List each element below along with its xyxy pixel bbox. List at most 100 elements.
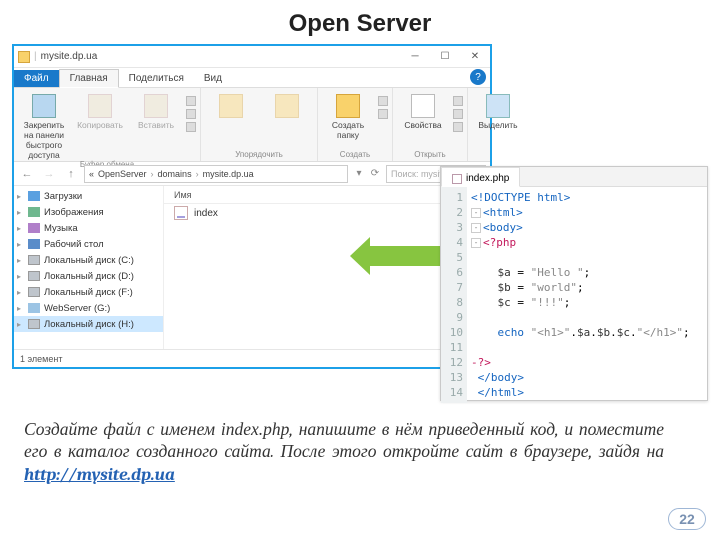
pin-quick-access-button[interactable]: Закрепить на панели быстрого доступа bbox=[18, 94, 70, 160]
group-new-label: Создать bbox=[340, 150, 370, 161]
php-file-icon bbox=[174, 206, 188, 220]
close-button[interactable]: ✕ bbox=[460, 46, 490, 68]
tab-view[interactable]: Вид bbox=[194, 70, 232, 87]
paste-button[interactable]: Вставить bbox=[130, 94, 182, 130]
sidebar-item-label: Музыка bbox=[44, 223, 78, 234]
properties-button[interactable]: Свойства bbox=[397, 94, 449, 130]
edit-button[interactable] bbox=[453, 109, 463, 119]
drive-icon bbox=[28, 303, 40, 313]
minimize-button[interactable]: ─ bbox=[400, 46, 430, 68]
copy-to-button[interactable] bbox=[261, 94, 313, 120]
sidebar-item-label: Локальный диск (H:) bbox=[44, 319, 134, 330]
folder-icon bbox=[18, 51, 30, 63]
window-title: mysite.dp.ua bbox=[41, 51, 98, 62]
sidebar-item[interactable]: ▸Локальный диск (H:) bbox=[14, 316, 163, 332]
select-icon bbox=[486, 94, 510, 118]
status-bar: 1 элемент bbox=[14, 349, 490, 367]
ribbon-tabs: Файл Главная Поделиться Вид ? bbox=[14, 68, 490, 88]
page-number: 22 bbox=[668, 508, 706, 530]
sidebar-item-label: Изображения bbox=[44, 207, 104, 218]
dropdown-icon[interactable]: ▾ bbox=[352, 167, 366, 181]
code-source[interactable]: <!DOCTYPE html>-<html>-<body>-<?php $a =… bbox=[467, 187, 694, 403]
paste-icon bbox=[144, 94, 168, 118]
instruction-text: Создайте файл с именем index.php, напиши… bbox=[24, 418, 664, 486]
editor-tab[interactable]: index.php bbox=[441, 167, 520, 187]
qat-separator: | bbox=[34, 51, 37, 62]
drive-icon bbox=[28, 319, 40, 329]
editor-tab-label: index.php bbox=[466, 173, 509, 184]
sidebar-item-label: Локальный диск (C:) bbox=[44, 255, 134, 266]
tab-file[interactable]: Файл bbox=[14, 70, 59, 87]
sidebar-item[interactable]: ▸Локальный диск (C:) bbox=[14, 252, 163, 268]
history-button[interactable] bbox=[453, 122, 463, 132]
copy-to-icon bbox=[275, 94, 299, 118]
sidebar-item[interactable]: ▸Рабочий стол bbox=[14, 236, 163, 252]
cut-icon bbox=[186, 96, 196, 106]
up-button[interactable]: ↑ bbox=[62, 165, 80, 183]
easy-access-button[interactable] bbox=[378, 109, 388, 119]
drive-icon bbox=[28, 255, 40, 265]
pin-icon bbox=[32, 94, 56, 118]
filename-text: index.php bbox=[221, 419, 290, 439]
ribbon: Закрепить на панели быстрого доступа Коп… bbox=[14, 88, 490, 162]
drive-icon bbox=[28, 191, 40, 201]
open-button[interactable] bbox=[453, 96, 463, 106]
sidebar-item-label: Локальный диск (F:) bbox=[44, 287, 133, 298]
drive-icon bbox=[28, 239, 40, 249]
edit-icon bbox=[453, 109, 463, 119]
new-folder-icon bbox=[336, 94, 360, 118]
php-file-icon bbox=[452, 174, 462, 184]
sidebar-item[interactable]: ▸Музыка bbox=[14, 220, 163, 236]
chevron-right-icon: › bbox=[151, 169, 154, 179]
paste-shortcut-button[interactable] bbox=[186, 122, 196, 132]
properties-icon bbox=[411, 94, 435, 118]
breadcrumb-item[interactable]: OpenServer bbox=[98, 169, 147, 179]
copy-path-button[interactable] bbox=[186, 109, 196, 119]
sidebar-item-label: Рабочий стол bbox=[44, 239, 104, 250]
sidebar-item[interactable]: ▸WebServer (G:) bbox=[14, 300, 163, 316]
cut-button[interactable] bbox=[186, 96, 196, 106]
open-icon bbox=[453, 96, 463, 106]
breadcrumb-item[interactable]: domains bbox=[158, 169, 192, 179]
move-icon bbox=[219, 94, 243, 118]
new-item-button[interactable] bbox=[378, 96, 388, 106]
drive-icon bbox=[28, 287, 40, 297]
address-bar: ← → ↑ « OpenServer › domains › mysite.dp… bbox=[14, 162, 490, 186]
new-folder-button[interactable]: Создать папку bbox=[322, 94, 374, 140]
breadcrumb-root: « bbox=[89, 169, 94, 179]
group-open-label: Открыть bbox=[414, 150, 445, 161]
copy-icon bbox=[88, 94, 112, 118]
code-editor: index.php 1234567891011121314 <!DOCTYPE … bbox=[440, 166, 708, 401]
history-icon bbox=[453, 122, 463, 132]
help-icon[interactable]: ? bbox=[470, 69, 486, 85]
sidebar-item[interactable]: ▸Изображения bbox=[14, 204, 163, 220]
sidebar-item[interactable]: ▸Локальный диск (D:) bbox=[14, 268, 163, 284]
navigation-pane: ▸Загрузки▸Изображения▸Музыка▸Рабочий сто… bbox=[14, 186, 164, 349]
sidebar-item-label: Локальный диск (D:) bbox=[44, 271, 134, 282]
slide-title: Open Server bbox=[0, 0, 720, 44]
site-link[interactable]: http://mysite.dp.ua bbox=[24, 465, 175, 485]
breadcrumb-item[interactable]: mysite.dp.ua bbox=[203, 169, 254, 179]
refresh-icon[interactable]: ⟳ bbox=[368, 167, 382, 181]
tab-home[interactable]: Главная bbox=[59, 69, 119, 88]
maximize-button[interactable]: ☐ bbox=[430, 46, 460, 68]
tab-share[interactable]: Поделиться bbox=[119, 70, 194, 87]
select-button[interactable]: Выделить bbox=[472, 94, 524, 130]
forward-button[interactable]: → bbox=[40, 165, 58, 183]
breadcrumb[interactable]: « OpenServer › domains › mysite.dp.ua bbox=[84, 165, 348, 183]
back-button[interactable]: ← bbox=[18, 165, 36, 183]
move-to-button[interactable] bbox=[205, 94, 257, 120]
drive-icon bbox=[28, 207, 40, 217]
explorer-window: | mysite.dp.ua ─ ☐ ✕ Файл Главная Подели… bbox=[12, 44, 492, 369]
copy-button[interactable]: Копировать bbox=[74, 94, 126, 130]
status-text: 1 элемент bbox=[20, 354, 62, 364]
easy-access-icon bbox=[378, 109, 388, 119]
sidebar-item[interactable]: ▸Локальный диск (F:) bbox=[14, 284, 163, 300]
sidebar-item-label: Загрузки bbox=[44, 191, 82, 202]
sidebar-item[interactable]: ▸Загрузки bbox=[14, 188, 163, 204]
chevron-right-icon: › bbox=[196, 169, 199, 179]
titlebar: | mysite.dp.ua ─ ☐ ✕ bbox=[14, 46, 490, 68]
drive-icon bbox=[28, 223, 40, 233]
drive-icon bbox=[28, 271, 40, 281]
new-item-icon bbox=[378, 96, 388, 106]
